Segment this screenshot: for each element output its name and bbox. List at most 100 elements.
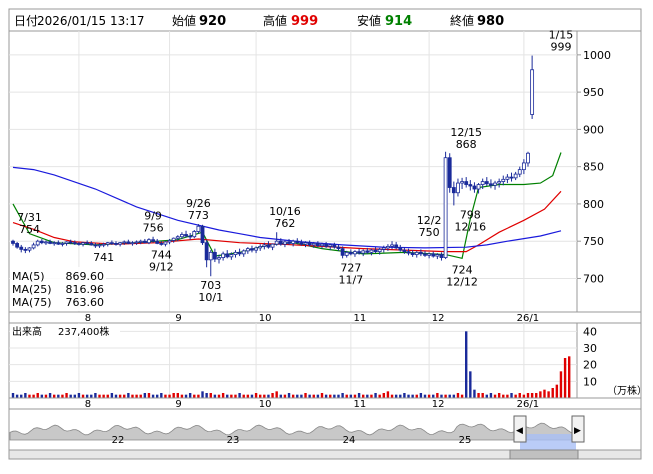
candle-body bbox=[44, 241, 48, 244]
candle-body bbox=[332, 244, 337, 248]
candle-body bbox=[31, 244, 36, 249]
volume-bar bbox=[539, 391, 542, 398]
candle-body bbox=[464, 181, 469, 185]
candle-body bbox=[196, 225, 201, 232]
month-label: 12 bbox=[432, 313, 445, 324]
high-value: 999 bbox=[291, 14, 318, 29]
candle-body bbox=[171, 237, 176, 241]
candle-body bbox=[68, 241, 73, 244]
candle-body bbox=[250, 248, 254, 251]
candle-body bbox=[513, 173, 518, 179]
candle-body bbox=[303, 242, 308, 245]
candle-body bbox=[497, 181, 502, 184]
volume-bar bbox=[147, 393, 151, 398]
candle-body bbox=[361, 250, 366, 254]
candle-body bbox=[410, 252, 415, 256]
volume-bar bbox=[304, 393, 307, 398]
candle-body bbox=[295, 240, 300, 244]
volume-bar bbox=[419, 393, 423, 398]
candle-body bbox=[377, 248, 382, 253]
volume-bar bbox=[209, 393, 212, 398]
candle-body bbox=[266, 244, 271, 248]
candle-body bbox=[315, 243, 320, 247]
annotation-value: 756 bbox=[143, 222, 164, 235]
candle-body bbox=[484, 181, 489, 185]
month-label: 8 bbox=[85, 313, 91, 324]
candle-body bbox=[64, 241, 69, 244]
price-tick-label: 800 bbox=[583, 198, 604, 211]
month-label: 9 bbox=[175, 399, 181, 410]
candle-body bbox=[365, 250, 370, 253]
volume-bar bbox=[238, 393, 241, 398]
volume-bar bbox=[24, 393, 27, 398]
volume-bar bbox=[469, 371, 472, 398]
overview-right-handle[interactable]: ▶ bbox=[571, 415, 585, 443]
candle-body bbox=[56, 242, 61, 245]
overview-left-handle[interactable]: ◀ bbox=[513, 415, 527, 443]
volume-bar bbox=[563, 358, 567, 398]
volume-bar bbox=[176, 393, 179, 398]
volume-bar bbox=[518, 393, 521, 398]
candle-body bbox=[373, 249, 378, 253]
close-label: 終値 bbox=[450, 13, 474, 28]
ma-legend-name: MA(5) bbox=[12, 270, 45, 283]
candle-body bbox=[381, 247, 386, 250]
candle-body bbox=[118, 242, 123, 245]
volume-bar bbox=[65, 393, 68, 398]
month-label: 26/1 bbox=[517, 399, 539, 410]
price-tick-label: 850 bbox=[583, 161, 604, 174]
volume-bar bbox=[551, 388, 554, 398]
volume-bar bbox=[11, 393, 15, 398]
month-label: 10 bbox=[259, 399, 272, 410]
candle-body bbox=[439, 254, 444, 258]
ma-legend-name: MA(25) bbox=[12, 283, 52, 296]
candle-body bbox=[262, 244, 267, 247]
candle-body bbox=[402, 249, 407, 253]
month-label: 26/1 bbox=[517, 313, 539, 324]
candle-body bbox=[142, 240, 147, 244]
candle-body bbox=[287, 241, 291, 244]
close-value: 980 bbox=[477, 14, 504, 29]
volume-bar bbox=[386, 391, 390, 398]
annotation-date: 11/7 bbox=[338, 273, 363, 286]
overview-scrollbar-thumb[interactable] bbox=[509, 449, 579, 460]
candle-body bbox=[109, 242, 114, 245]
overview-selection[interactable] bbox=[520, 434, 576, 450]
candle-body bbox=[517, 169, 522, 175]
candle-body bbox=[188, 235, 193, 238]
annotation-value: 868 bbox=[456, 138, 477, 151]
candle-body bbox=[418, 251, 423, 255]
volume-bar bbox=[436, 393, 439, 398]
candle-body bbox=[155, 240, 160, 244]
overview-year-label: 23 bbox=[227, 435, 240, 446]
candle-body bbox=[521, 162, 526, 171]
candle-body bbox=[77, 243, 81, 245]
candle-body bbox=[414, 251, 419, 256]
candle-body bbox=[159, 243, 164, 245]
volume-bar bbox=[127, 393, 130, 398]
volume-label: 出来高 bbox=[12, 325, 42, 338]
month-label: 11 bbox=[353, 313, 366, 324]
candle-body bbox=[398, 247, 403, 251]
annotation-value: 762 bbox=[274, 217, 295, 230]
annotation-date: 12/16 bbox=[454, 220, 486, 233]
candle-body bbox=[81, 242, 85, 245]
candle-body bbox=[225, 253, 230, 258]
candle-body bbox=[456, 182, 460, 194]
candle-body bbox=[344, 251, 349, 256]
candle-body bbox=[175, 236, 180, 239]
overview-year-label: 24 bbox=[343, 435, 356, 446]
volume-bar bbox=[481, 393, 484, 398]
candle-body bbox=[530, 69, 535, 115]
annotation-value: 741 bbox=[93, 251, 114, 264]
price-tick-label: 950 bbox=[583, 86, 604, 99]
volume-bar bbox=[110, 393, 114, 398]
volume-bar bbox=[403, 393, 406, 398]
candle-body bbox=[138, 240, 143, 243]
candle-body bbox=[19, 246, 24, 250]
ma-legend-value: 869.60 bbox=[66, 270, 105, 283]
candle-body bbox=[221, 253, 226, 258]
right-handle-icon: ▶ bbox=[574, 426, 581, 436]
date-label: 日付 bbox=[14, 14, 38, 28]
candle-body bbox=[184, 234, 188, 237]
